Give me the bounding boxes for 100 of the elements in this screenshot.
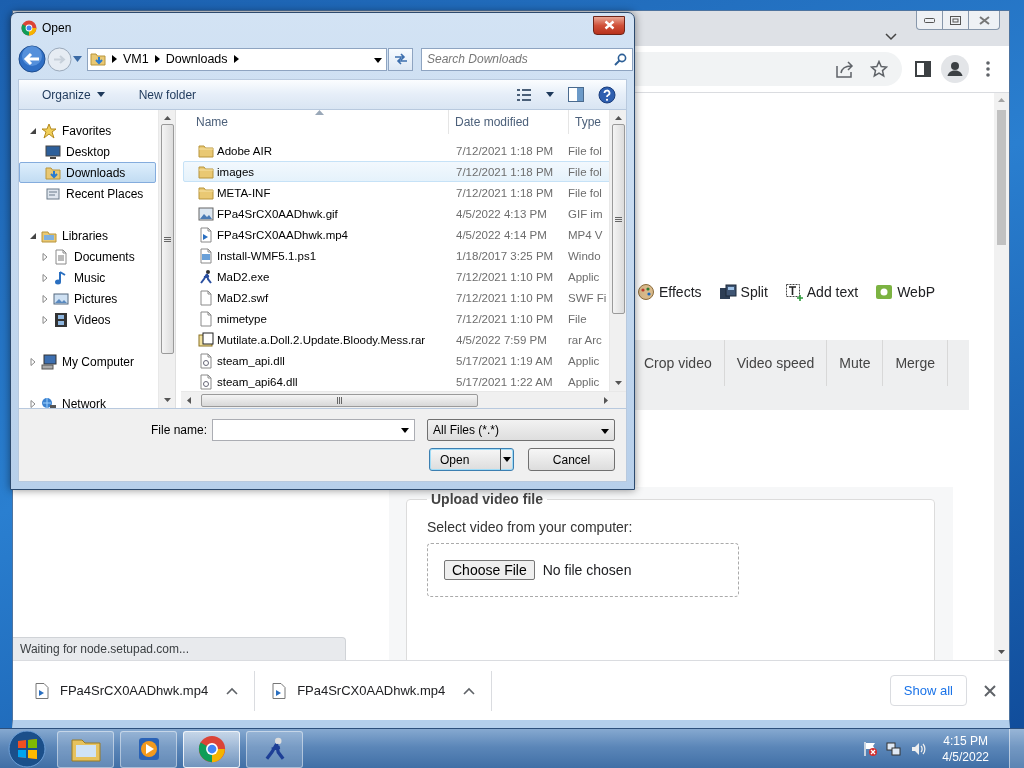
column-header[interactable]: Type (569, 110, 609, 134)
clock[interactable]: 4:15 PM 4/5/2022 (942, 733, 989, 765)
file-type-dropdown[interactable]: All Files (*.*) (427, 419, 615, 441)
file-row[interactable]: FPa4SrCX0AADhwk.gif 4/5/2022 4:13 PM GIF im (183, 203, 611, 224)
history-caret-icon[interactable] (73, 56, 82, 62)
tool-link[interactable]: Add text (784, 283, 859, 301)
close-button[interactable] (593, 15, 625, 35)
date-modified: 1/18/2017 3:25 PM (455, 249, 555, 262)
network-status-icon[interactable] (886, 741, 903, 757)
address-bar[interactable]: VM1 Downloads (87, 47, 387, 71)
file-row[interactable]: Adobe AIR 7/12/2021 1:18 PM File fol (183, 140, 611, 161)
nav-item[interactable]: Desktop (19, 141, 156, 162)
open-button[interactable]: Open (429, 448, 514, 471)
taskbar-button[interactable] (183, 730, 240, 768)
taskbar-button[interactable] (120, 730, 177, 768)
back-button[interactable] (18, 45, 46, 73)
nav-item[interactable]: Music (19, 267, 156, 288)
scroll-up-icon[interactable] (163, 116, 171, 120)
scrollbar-thumb[interactable] (201, 393, 478, 407)
refresh-button[interactable] (388, 47, 413, 71)
scroll-down-icon[interactable] (998, 650, 1005, 654)
expand-up-icon[interactable] (226, 686, 239, 695)
file-row[interactable]: steam_api.dll 5/17/2021 1:19 AM Applic (183, 350, 611, 371)
breadcrumb-arrow-icon[interactable] (154, 55, 160, 63)
vertical-scrollbar[interactable] (994, 93, 1009, 660)
close-icon[interactable] (984, 684, 996, 697)
vertical-scrollbar[interactable] (609, 110, 626, 391)
expand-arrow-icon[interactable] (41, 273, 49, 282)
tool-tab[interactable]: Video speed (724, 340, 828, 386)
expand-arrow-icon[interactable] (29, 399, 37, 408)
scroll-down-icon[interactable] (614, 381, 622, 385)
tool-tab[interactable]: Mute (827, 340, 884, 386)
nav-item[interactable]: Downloads (19, 162, 156, 183)
column-header[interactable]: Date modified (449, 110, 569, 134)
preview-pane-icon[interactable] (568, 87, 584, 102)
nav-item[interactable]: Videos (19, 309, 156, 330)
file-row[interactable]: images 7/12/2021 1:18 PM File fol (183, 161, 611, 182)
file-row[interactable]: Mutilate.a.Doll.2.Update.Bloody.Mess.rar 4/5/2022 7:59 PM rar Arc (183, 329, 611, 350)
expand-arrow-icon[interactable] (41, 315, 49, 324)
nav-item[interactable]: My Computer (19, 351, 156, 372)
nav-item[interactable]: Network (19, 393, 156, 408)
file-name-field[interactable] (212, 419, 415, 441)
scrollbar-thumb[interactable] (611, 124, 625, 314)
collapse-arrow-icon[interactable] (29, 231, 37, 240)
expand-arrow-icon[interactable] (41, 294, 49, 303)
breadcrumb-arrow-icon[interactable] (233, 55, 239, 63)
expand-arrow-icon[interactable] (41, 252, 49, 261)
profile-avatar-icon[interactable] (941, 55, 969, 83)
cancel-button[interactable]: Cancel (528, 448, 615, 471)
view-list-icon[interactable] (516, 87, 532, 102)
taskbar-button[interactable] (246, 730, 303, 768)
collapse-arrow-icon[interactable] (29, 126, 37, 135)
scroll-down-icon[interactable] (163, 398, 171, 402)
nav-item[interactable]: Recent Places (19, 183, 156, 204)
file-row[interactable]: FPa4SrCX0AADhwk.mp4 4/5/2022 4:14 PM MP4 V (183, 224, 611, 245)
vertical-scrollbar[interactable] (158, 110, 175, 408)
tool-link[interactable]: Effects (637, 283, 702, 301)
file-row[interactable]: MaD2.swf 7/12/2021 1:10 PM SWF Fi (183, 287, 611, 308)
help-icon[interactable] (598, 85, 616, 104)
tool-link[interactable]: Split (718, 283, 768, 301)
scrollbar-thumb[interactable] (997, 110, 1006, 245)
action-center-flag-icon[interactable] (862, 741, 879, 757)
file-drop-zone[interactable]: Choose File No file chosen (427, 543, 739, 597)
tool-tab[interactable]: Merge (883, 340, 949, 386)
nav-item[interactable]: Libraries (19, 225, 156, 246)
tool-link[interactable]: WebP (875, 283, 936, 301)
scrollbar-thumb[interactable] (160, 124, 174, 354)
side-panel-icon[interactable] (915, 61, 931, 77)
file-row[interactable]: steam_api64.dll 5/17/2021 1:22 AM Applic (183, 371, 611, 392)
breadcrumb-arrow-icon[interactable] (112, 55, 117, 63)
choose-file-button[interactable]: Choose File (444, 560, 535, 580)
download-item[interactable]: FPa4SrCX0AADhwk.mp4 (255, 670, 493, 711)
speaker-icon[interactable] (910, 741, 927, 757)
file-type: File fol (567, 186, 602, 199)
scroll-right-icon[interactable] (604, 396, 608, 404)
new-folder-button[interactable]: New folder (132, 84, 203, 105)
nav-item[interactable]: Documents (19, 246, 156, 267)
taskbar-button[interactable] (57, 730, 114, 768)
bookmark-star-icon[interactable] (870, 60, 888, 78)
column-header[interactable]: Name (181, 110, 449, 134)
file-row[interactable]: Install-WMF5.1.ps1 1/18/2017 3:25 PM Windo (183, 245, 611, 266)
organize-menu[interactable]: Organize (36, 84, 111, 105)
search-field[interactable]: Search Downloads (421, 47, 633, 71)
tab-list-chevron-icon[interactable] (885, 33, 897, 41)
file-row[interactable]: META-INF 7/12/2021 1:18 PM File fol (183, 182, 611, 203)
horizontal-scrollbar[interactable] (181, 391, 626, 408)
share-icon[interactable] (836, 60, 854, 78)
download-item[interactable]: FPa4SrCX0AADhwk.mp4 (13, 670, 256, 711)
breadcrumb-item[interactable]: Downloads (165, 52, 228, 66)
expand-up-icon[interactable] (463, 686, 476, 695)
breadcrumb-item[interactable]: VM1 (123, 52, 149, 66)
scroll-left-icon[interactable] (187, 396, 191, 404)
expand-arrow-icon[interactable] (29, 357, 37, 366)
nav-item[interactable]: Favorites (19, 120, 156, 141)
more-menu-icon[interactable] (986, 61, 990, 77)
scroll-up-icon[interactable] (614, 116, 622, 120)
nav-item[interactable]: Pictures (19, 288, 156, 309)
show-all-button[interactable]: Show all (889, 675, 967, 706)
file-row[interactable]: MaD2.exe 7/12/2021 1:10 PM Applic (183, 266, 611, 287)
file-row[interactable]: mimetype 7/12/2021 1:10 PM File (183, 308, 611, 329)
